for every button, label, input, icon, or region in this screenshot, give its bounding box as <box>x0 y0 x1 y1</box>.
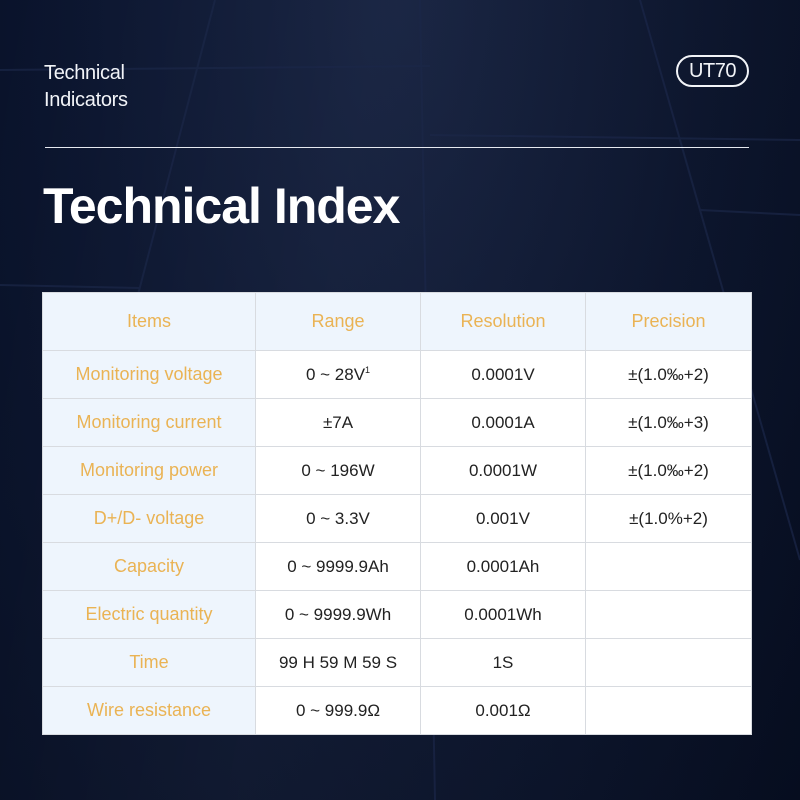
table-row: Wire resistance 0 ~ 999.9Ω 0.001Ω <box>42 686 752 735</box>
precision-cell <box>585 686 752 735</box>
range-value: 0 ~ 3.3V <box>306 508 370 528</box>
table-row: D+/D- voltage 0 ~ 3.3V 0.001V ±(1.0%+2) <box>42 494 752 543</box>
resolution-cell: 0.001V <box>420 494 586 543</box>
model-badge: UT70 <box>676 55 749 87</box>
range-cell: 0 ~ 9999.9Ah <box>255 542 421 591</box>
table-row: Monitoring voltage 0 ~ 28V1 0.0001V ±(1.0‰+… <box>42 350 752 399</box>
resolution-cell: 0.0001V <box>420 350 586 399</box>
range-value: 0 ~ 999.9Ω <box>295 700 381 720</box>
table-row: Electric quantity 0 ~ 9999.9Wh 0.0001Wh <box>42 590 752 639</box>
table-row: Capacity 0 ~ 9999.9Ah 0.0001Ah <box>42 542 752 591</box>
precision-cell <box>585 590 752 639</box>
range-value: 0 ~ 9999.9Ah <box>287 556 389 576</box>
header-divider <box>45 147 749 148</box>
column-header-range: Range <box>255 292 421 351</box>
range-value: 0 ~ 9999.9Wh <box>284 604 392 624</box>
range-cell: ±7A <box>255 398 421 447</box>
item-cell: Wire resistance <box>42 686 256 735</box>
item-cell: Capacity <box>42 542 256 591</box>
item-cell: Monitoring voltage <box>42 350 256 399</box>
resolution-cell: 0.0001Ah <box>420 542 586 591</box>
precision-cell: ±(1.0%+2) <box>585 494 752 543</box>
page-title: Technical Index <box>43 178 400 234</box>
precision-cell: ±(1.0‰+3) <box>585 398 752 447</box>
item-cell: Monitoring current <box>42 398 256 447</box>
table-header-row: Items Range Resolution Precision <box>42 292 752 351</box>
range-cell: 0 ~ 3.3V <box>255 494 421 543</box>
resolution-cell: 0.001Ω <box>420 686 586 735</box>
item-cell: D+/D- voltage <box>42 494 256 543</box>
range-value: 0 ~ 196W <box>301 460 375 480</box>
range-value: 0 ~ 28V <box>305 364 366 384</box>
column-header-resolution: Resolution <box>420 292 586 351</box>
footnote-marker: 1 <box>365 364 371 375</box>
table-row: Monitoring power 0 ~ 196W 0.0001W ±(1.0‰+2) <box>42 446 752 495</box>
item-cell: Electric quantity <box>42 590 256 639</box>
item-cell: Monitoring power <box>42 446 256 495</box>
range-cell: 0 ~ 999.9Ω <box>255 686 421 735</box>
resolution-cell: 1S <box>420 638 586 687</box>
range-cell: 99 H 59 M 59 S <box>255 638 421 687</box>
range-value: 99 H 59 M 59 S <box>278 652 398 672</box>
resolution-cell: 0.0001W <box>420 446 586 495</box>
spec-table: Items Range Resolution Precision Monitor… <box>42 292 752 735</box>
precision-cell: ±(1.0‰+2) <box>585 350 752 399</box>
table-row: Time 99 H 59 M 59 S 1S <box>42 638 752 687</box>
resolution-cell: 0.0001Wh <box>420 590 586 639</box>
section-label-line2: Indicators <box>44 89 128 111</box>
column-header-precision: Precision <box>585 292 752 351</box>
range-cell: 0 ~ 28V1 <box>255 350 421 399</box>
section-label-line1: Technical <box>44 62 125 84</box>
resolution-cell: 0.0001A <box>420 398 586 447</box>
section-label: Technical Indicators <box>44 60 128 114</box>
precision-cell: ±(1.0‰+2) <box>585 446 752 495</box>
precision-cell <box>585 638 752 687</box>
precision-cell <box>585 542 752 591</box>
range-value: ±7A <box>322 412 354 432</box>
range-cell: 0 ~ 196W <box>255 446 421 495</box>
table-body: Monitoring voltage 0 ~ 28V1 0.0001V ±(1.0‰+… <box>42 350 752 735</box>
range-cell: 0 ~ 9999.9Wh <box>255 590 421 639</box>
item-cell: Time <box>42 638 256 687</box>
table-row: Monitoring current ±7A 0.0001A ±(1.0‰+3) <box>42 398 752 447</box>
column-header-items: Items <box>42 292 256 351</box>
